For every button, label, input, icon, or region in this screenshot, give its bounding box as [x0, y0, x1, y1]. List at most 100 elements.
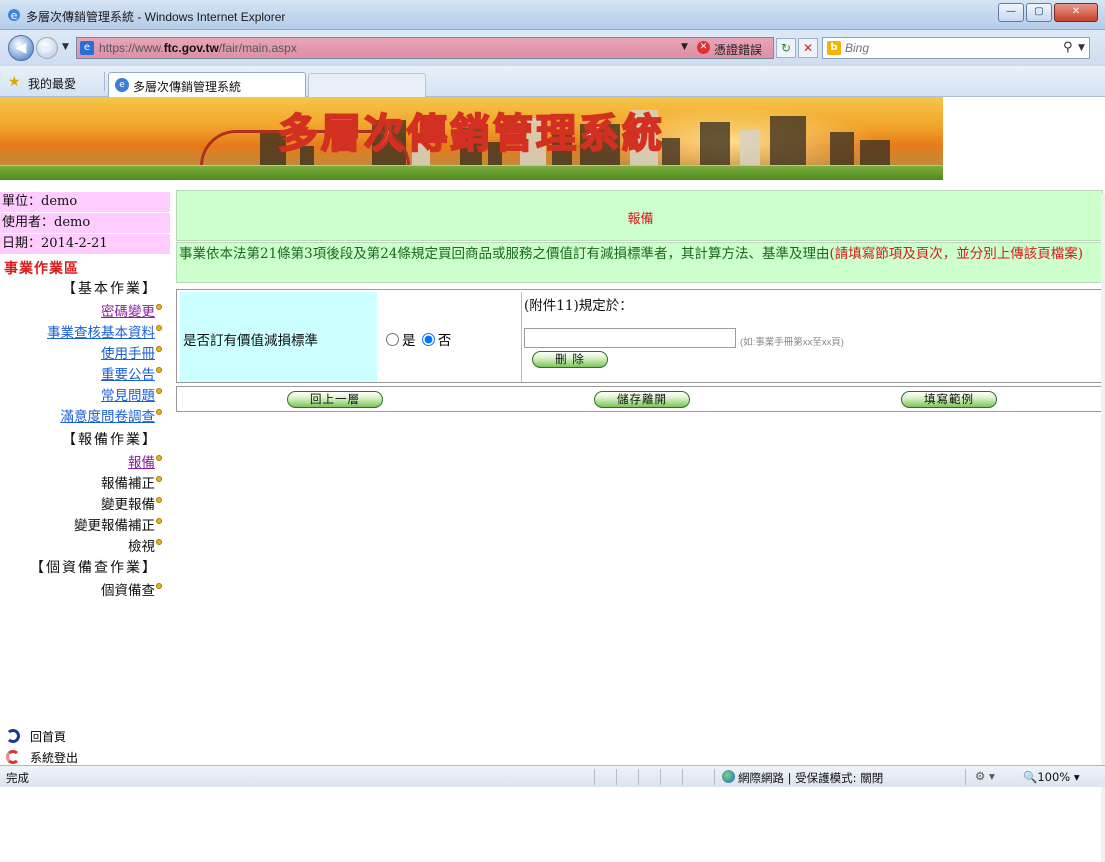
close-button[interactable]: ✕ — [1054, 3, 1098, 22]
sidebar-item-password: 密碼變更 — [101, 300, 162, 320]
forward-button[interactable]: ▶ — [36, 37, 58, 59]
radio-yes[interactable] — [386, 333, 399, 346]
bullet-icon — [156, 455, 162, 461]
section-basic: 【基本作業】 — [62, 281, 158, 297]
page-icon: e — [80, 41, 94, 55]
user-info: 使用者：demo — [0, 213, 170, 233]
logout-ring-icon — [6, 750, 20, 764]
section-privacy: 【個資備查作業】 — [30, 560, 158, 576]
sidebar-item-change-report-fix: 變更報備補正 — [74, 514, 162, 534]
sidebar-link[interactable]: 重要公告 — [101, 367, 155, 383]
sidebar-item-faq: 常見問題 — [101, 384, 162, 404]
search-box[interactable]: b ⚲ ▼ — [822, 37, 1090, 59]
delete-button[interactable]: 刪 除 — [532, 351, 608, 368]
sidebar-link[interactable]: 滿意度問卷調查 — [61, 409, 156, 425]
save-button[interactable]: 儲存離開 — [594, 391, 690, 408]
page-edge — [1101, 194, 1105, 862]
ie-logo-icon: e — [8, 9, 20, 22]
search-icon[interactable]: ⚲ — [1063, 40, 1073, 55]
window-titlebar: e 多層次傳銷管理系統 - Windows Internet Explorer … — [0, 0, 1105, 30]
home-ring-icon — [6, 729, 20, 743]
cert-error-label[interactable]: 憑證錯誤 — [714, 41, 762, 58]
protected-mode-icon[interactable]: ⚙ ▾ — [975, 769, 995, 783]
back-button[interactable]: ◀ — [8, 35, 34, 61]
radio-yes-label: 是 — [402, 333, 416, 349]
status-text: 完成 — [6, 771, 29, 785]
bullet-icon — [156, 325, 162, 331]
sidebar-link[interactable]: 個資備查 — [101, 583, 155, 599]
url-text: https://www.ftc.gov.tw/fair/main.aspx — [99, 41, 297, 55]
bullet-icon — [156, 304, 162, 310]
sidebar-item-survey: 滿意度問卷調查 — [61, 405, 162, 425]
action-row: 回上一層 儲存離開 填寫範例 — [176, 386, 1103, 412]
sidebar-item-change-report: 變更報備 — [101, 493, 162, 513]
bullet-icon — [156, 497, 162, 503]
home-link[interactable]: 回首頁 — [6, 728, 66, 745]
unit-info: 單位：demo — [0, 192, 170, 212]
field-label: 是否訂有價值減損標準 — [180, 292, 377, 382]
date-info: 日期：2014-2-21 — [0, 234, 170, 254]
stop-icon[interactable]: ✕ — [798, 38, 818, 58]
bullet-icon — [156, 583, 162, 589]
favorites-button[interactable]: 我的最愛 — [28, 75, 76, 92]
zone-title: 事業作業區 — [4, 261, 79, 277]
sidebar-link[interactable]: 常見問題 — [101, 388, 155, 404]
sidebar-item-company-data: 事業查核基本資料 — [47, 321, 162, 341]
sidebar-link[interactable]: 報備 — [128, 455, 155, 471]
bing-icon: b — [827, 41, 841, 55]
sidebar-link[interactable]: 變更報備 — [101, 497, 155, 513]
search-dropdown-icon[interactable]: ▼ — [1078, 43, 1085, 53]
back-level-button[interactable]: 回上一層 — [287, 391, 383, 408]
description-text: 事業依本法第21條第3項後段及第24條規定買回商品或服務之價值訂有減損標準者，其… — [179, 246, 830, 262]
example-button[interactable]: 填寫範例 — [901, 391, 997, 408]
page-content: 多層次傳銷管理系統 單位：demo 使用者：demo 日期：2014-2-21 … — [0, 97, 1105, 862]
radio-no[interactable] — [421, 333, 435, 346]
bullet-icon — [156, 539, 162, 545]
header-banner: 多層次傳銷管理系統 — [0, 97, 943, 180]
refresh-icon[interactable]: ↻ — [776, 38, 796, 58]
logout-link[interactable]: 系統登出 — [6, 749, 78, 766]
sidebar-item-announcements: 重要公告 — [101, 363, 162, 383]
internet-zone-icon — [722, 770, 735, 783]
search-input[interactable] — [845, 40, 1055, 56]
tab-ie-icon: e — [115, 78, 129, 92]
address-toolbar: ◀ ▶ ▼ e https://www.ftc.gov.tw/fair/main… — [0, 30, 1105, 66]
minimize-button[interactable]: — — [998, 3, 1024, 22]
description-note: (請填寫節項及頁次，並分別上傳該頁檔案) — [829, 246, 1083, 262]
sidebar-link[interactable]: 事業查核基本資料 — [47, 325, 155, 341]
tab-label: 多層次傳銷管理系統 — [133, 80, 242, 94]
banner-title: 多層次傳銷管理系統 — [277, 109, 665, 158]
sidebar-item-manual: 使用手冊 — [101, 342, 162, 362]
history-dropdown-icon[interactable]: ▼ — [62, 42, 69, 52]
sidebar-link[interactable]: 檢視 — [128, 539, 155, 555]
zoom-level[interactable]: 🔍100% ▾ — [1023, 770, 1080, 784]
address-input[interactable]: e https://www.ftc.gov.tw/fair/main.aspx … — [76, 37, 774, 59]
bullet-icon — [156, 476, 162, 482]
attachment-hint: (如:事業手冊第xx至xx頁) — [740, 337, 844, 348]
attachment-cell: (附件11)規定於： (如:事業手冊第xx至xx頁) 刪 除 — [521, 292, 1101, 382]
attachment-label: (附件11)規定於： — [524, 298, 633, 314]
security-zone[interactable]: 網際網路 | 受保護模式: 關閉 — [738, 770, 883, 786]
window-title: 多層次傳銷管理系統 - Windows Internet Explorer — [26, 10, 286, 24]
page-title: 報備 — [627, 212, 654, 227]
sidebar-link[interactable]: 報備補正 — [101, 476, 155, 492]
url-dropdown-icon[interactable]: ▼ — [681, 42, 688, 52]
radio-group: 是 否 — [380, 292, 519, 382]
sidebar-link[interactable]: 變更報備補正 — [74, 518, 155, 534]
sidebar-link[interactable]: 密碼變更 — [101, 304, 155, 320]
description-panel: 事業依本法第21條第3項後段及第24條規定買回商品或服務之價值訂有減損標準者，其… — [176, 242, 1103, 283]
favorites-star-icon[interactable]: ★ — [8, 74, 21, 90]
svg-text:e: e — [11, 9, 18, 22]
maximize-button[interactable]: ▢ — [1026, 3, 1052, 22]
bullet-icon — [156, 518, 162, 524]
bullet-icon — [156, 409, 162, 415]
heading-panel: 報備 — [176, 190, 1103, 241]
radio-no-label: 否 — [437, 333, 452, 349]
new-tab-button[interactable] — [308, 73, 426, 97]
tab-active[interactable]: e 多層次傳銷管理系統 — [108, 72, 306, 97]
sidebar-link[interactable]: 使用手冊 — [101, 346, 155, 362]
attachment-input[interactable] — [524, 328, 736, 348]
sidebar-item-report-fix: 報備補正 — [101, 472, 162, 492]
bullet-icon — [156, 346, 162, 352]
cert-error-icon[interactable]: ✕ — [697, 41, 710, 54]
